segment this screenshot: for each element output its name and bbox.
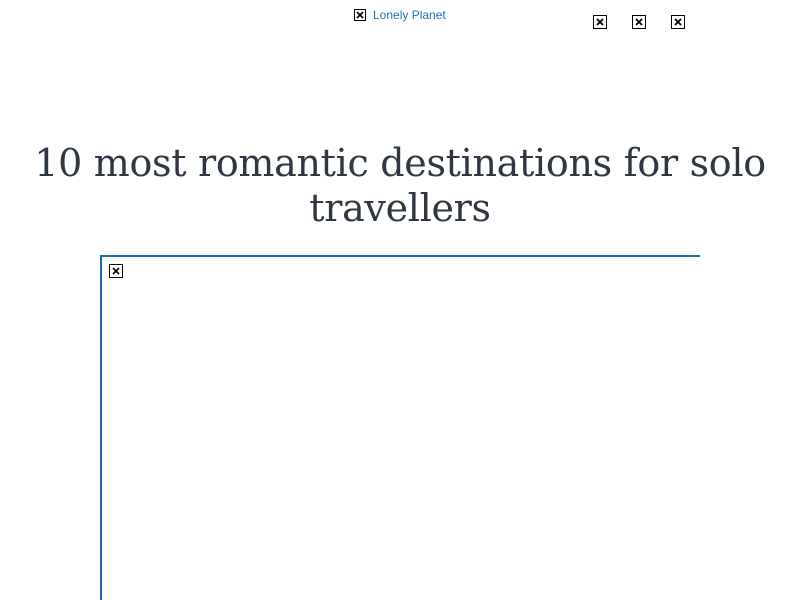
header-icon-1[interactable] xyxy=(593,15,607,29)
broken-image-icon xyxy=(354,9,366,21)
hero-image-frame xyxy=(100,255,700,600)
article-title: 10 most romantic destinations for solo t… xyxy=(34,141,766,230)
header-icon-3[interactable] xyxy=(671,15,685,29)
header-icon-2[interactable] xyxy=(632,15,646,29)
broken-image-icon xyxy=(674,18,682,26)
logo-alt-text: Lonely Planet xyxy=(373,8,446,22)
broken-image-icon xyxy=(635,18,643,26)
broken-image-icon xyxy=(109,264,123,278)
page: Lonely Planet 10 most romantic destinati… xyxy=(0,0,800,600)
logo-link[interactable]: Lonely Planet xyxy=(354,7,446,23)
broken-image-icon xyxy=(596,18,604,26)
